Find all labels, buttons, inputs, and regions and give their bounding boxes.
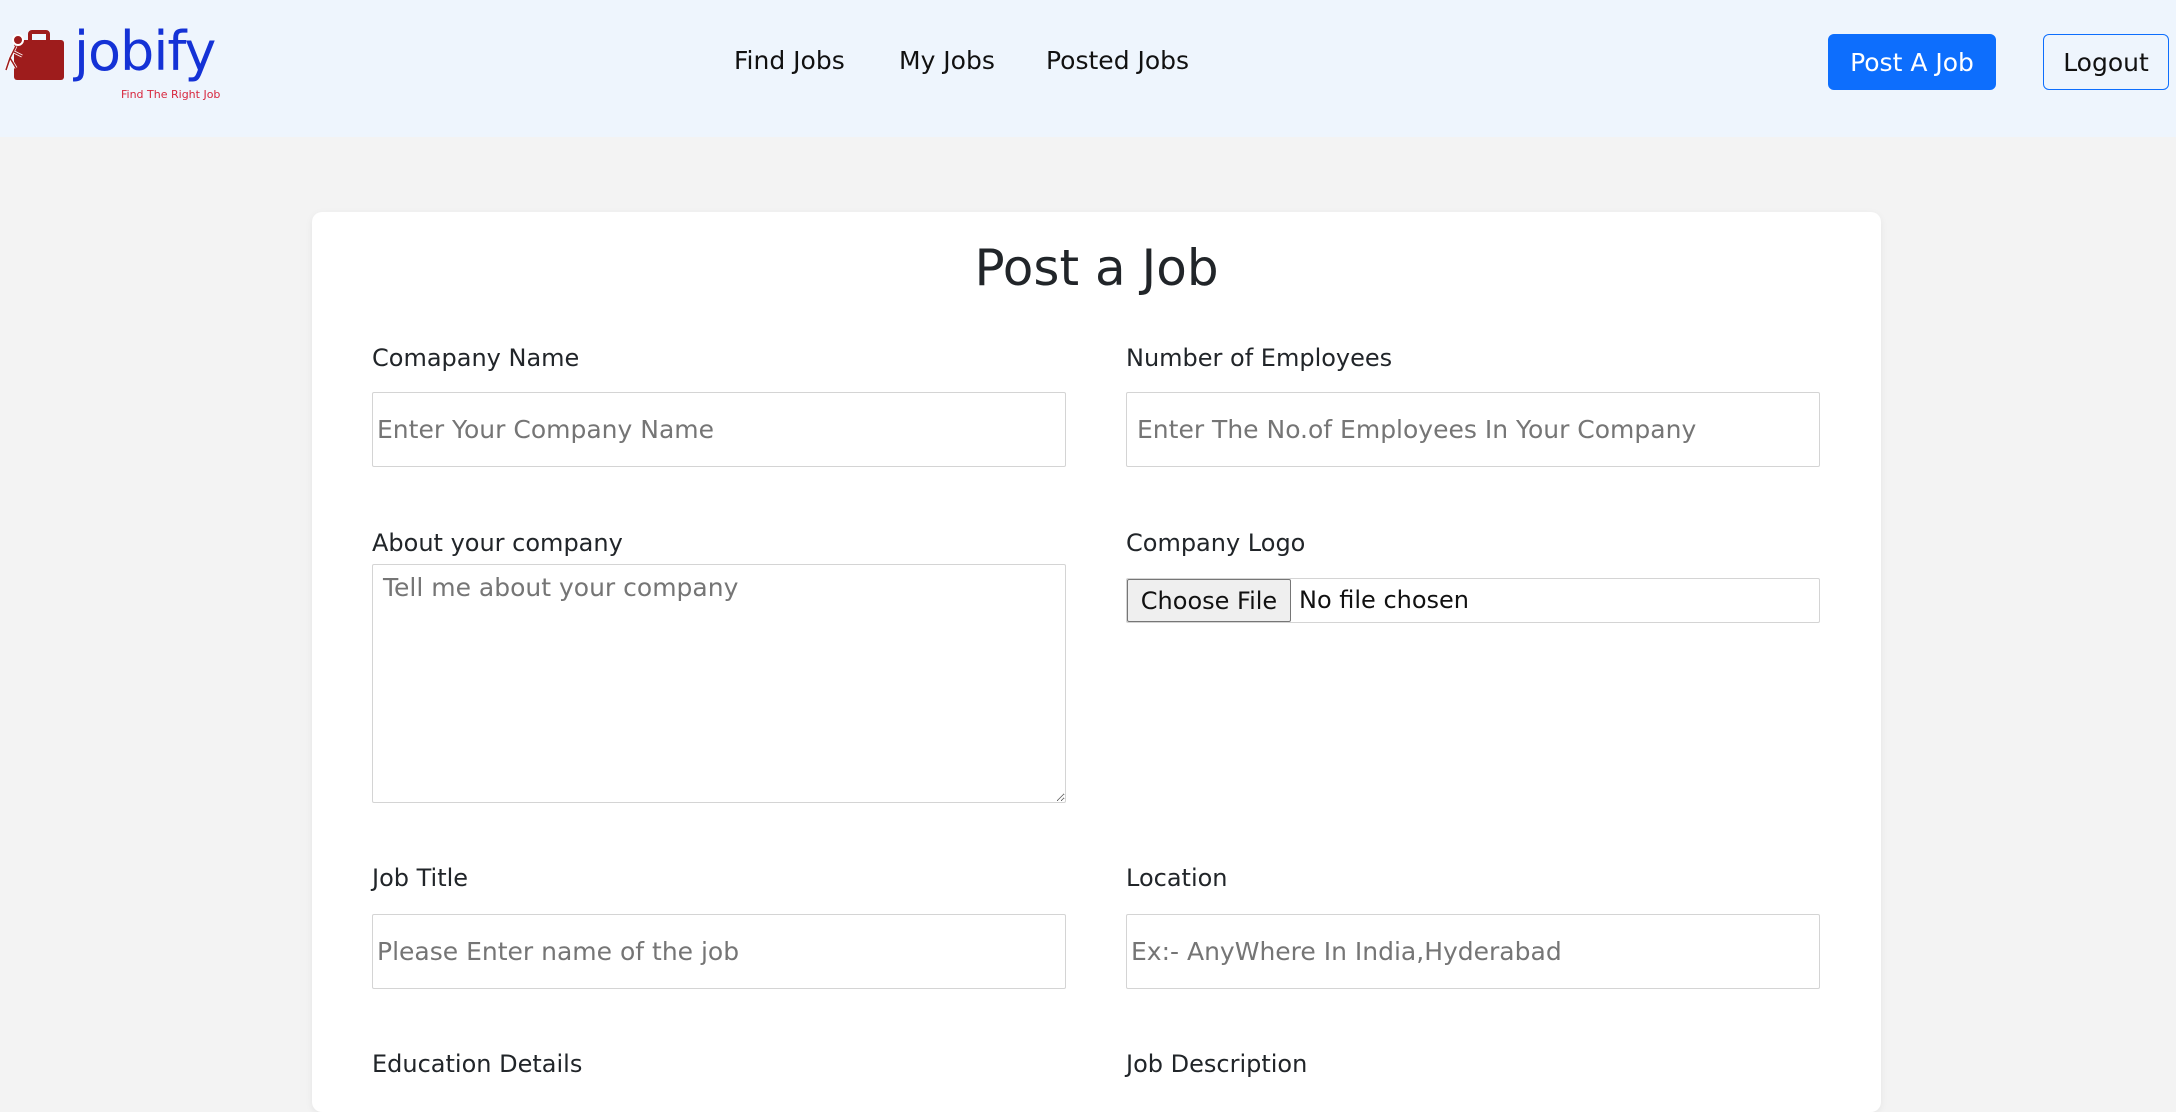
job-title-label: Job Title	[372, 864, 469, 892]
nav-find-jobs[interactable]: Find Jobs	[734, 44, 845, 78]
logout-button[interactable]: Logout	[2043, 34, 2169, 90]
page-title: Post a Job	[974, 239, 1219, 297]
company-logo-file-input[interactable]: Choose File No file chosen	[1126, 578, 1820, 623]
post-job-card: Post a Job Comapany Name Number of Emplo…	[312, 212, 1881, 1112]
nav-my-jobs[interactable]: My Jobs	[899, 44, 995, 78]
brand-name: jobify	[74, 20, 216, 83]
about-company-label: About your company	[372, 529, 623, 557]
company-name-input[interactable]	[372, 392, 1066, 467]
company-logo-label: Company Logo	[1126, 529, 1306, 557]
employees-input[interactable]	[1126, 392, 1820, 467]
post-job-button[interactable]: Post A Job	[1828, 34, 1996, 90]
navbar: jobify Find The Right Job Find Jobs My J…	[0, 0, 2176, 137]
choose-file-button[interactable]: Choose File	[1127, 579, 1291, 622]
job-title-input[interactable]	[372, 914, 1066, 989]
brand-logo[interactable]: jobify Find The Right Job	[4, 20, 220, 102]
brand-tagline: Find The Right Job	[121, 88, 221, 101]
about-company-textarea[interactable]	[372, 564, 1066, 803]
employees-label: Number of Employees	[1126, 344, 1393, 372]
job-description-label: Job Description	[1126, 1050, 1308, 1078]
briefcase-climber-icon	[4, 30, 64, 80]
location-input[interactable]	[1126, 914, 1820, 989]
file-status-text: No file chosen	[1299, 586, 1470, 614]
location-label: Location	[1126, 864, 1228, 892]
education-label: Education Details	[372, 1050, 583, 1078]
company-name-label: Comapany Name	[372, 344, 580, 372]
nav-posted-jobs[interactable]: Posted Jobs	[1046, 44, 1189, 78]
